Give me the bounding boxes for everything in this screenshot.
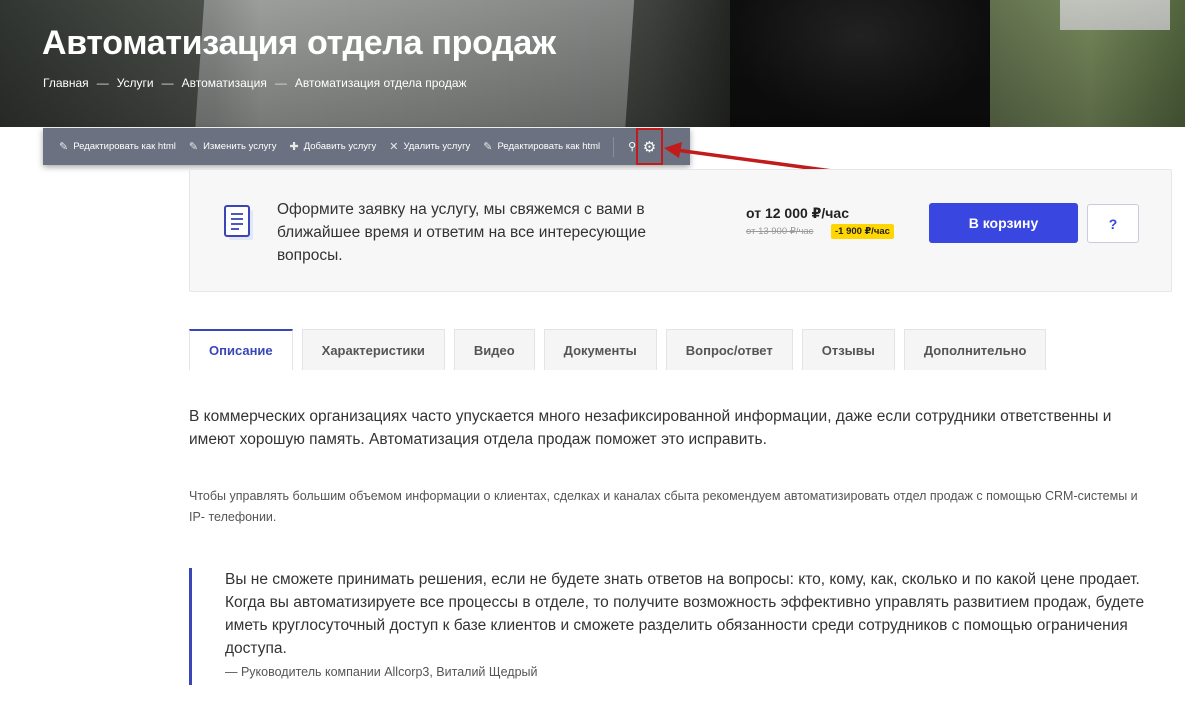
tab-video[interactable]: Видео: [453, 329, 535, 370]
admin-toolbar: ✎ Редактировать как html ✎ Изменить услу…: [43, 128, 690, 165]
add-to-cart-button[interactable]: В корзину: [929, 203, 1078, 243]
close-icon: ✕: [389, 141, 399, 153]
breadcrumb-current: Автоматизация отдела продаж: [294, 76, 467, 90]
edit-as-html-button[interactable]: ✎ Редактировать как html: [59, 140, 176, 153]
delete-service-button[interactable]: ✕ Удалить услугу: [389, 140, 470, 153]
discount-badge: -1 900 ₽/час: [831, 224, 894, 239]
secondary-paragraph: Чтобы управлять большим объемом информац…: [189, 489, 1138, 524]
intro-paragraph: В коммерческих организациях часто упуска…: [189, 408, 1112, 448]
gear-icon: ⚙: [642, 138, 657, 156]
tab-reviews[interactable]: Отзывы: [801, 329, 895, 370]
tab-additional[interactable]: Дополнительно: [903, 329, 1047, 370]
order-description: Оформите заявку на услугу, мы свяжемся с…: [277, 201, 646, 264]
tab-description[interactable]: Описание: [189, 329, 293, 370]
toolbar-divider: [613, 136, 615, 157]
breadcrumb-separator: —: [274, 76, 287, 90]
pencil-icon: ✎: [483, 141, 493, 153]
quote-block: Вы не сможете принимать решения, если не…: [189, 568, 1159, 685]
breadcrumb: Главная — Услуги — Автоматизация — Автом…: [43, 76, 467, 90]
hero-overlay: [0, 0, 1185, 127]
add-service-button[interactable]: ✚ Добавить услугу: [290, 140, 377, 153]
price: от 12 000 ₽/час: [746, 205, 849, 221]
breadcrumb-home[interactable]: Главная: [43, 76, 89, 90]
tab-bar: Описание Характеристики Видео Документы …: [189, 329, 1047, 370]
page-title: Автоматизация отдела продаж: [42, 24, 556, 62]
quote-text: Вы не сможете принимать решения, если не…: [225, 571, 1145, 657]
ask-question-button[interactable]: ?: [1087, 204, 1139, 243]
hero-banner: Автоматизация отдела продаж Главная — Ус…: [0, 0, 1185, 127]
toolbar-item-label: Добавить услугу: [303, 141, 377, 152]
tab-documents[interactable]: Документы: [543, 329, 657, 370]
pencil-icon: ✎: [188, 141, 199, 153]
quote-author: — Руководитель компании Allcorp3, Витали…: [225, 665, 538, 679]
pencil-icon: ✎: [59, 141, 69, 153]
old-price: от 13 900 ₽/час: [746, 226, 814, 237]
breadcrumb-automation[interactable]: Автоматизация: [182, 76, 267, 90]
edit-service-button[interactable]: ✎ Изменить услугу: [189, 140, 277, 153]
plus-icon: ✚: [289, 141, 299, 153]
breadcrumb-services[interactable]: Услуги: [117, 76, 154, 90]
breadcrumb-separator: —: [161, 76, 174, 90]
order-card: Оформите заявку на услугу, мы свяжемся с…: [189, 169, 1172, 292]
tab-characteristics[interactable]: Характеристики: [301, 329, 445, 370]
edit-as-html-button-2[interactable]: ✎ Редактировать как html: [483, 140, 600, 153]
toolbar-item-label: Редактировать как html: [73, 141, 176, 152]
pin-icon[interactable]: ⚲: [628, 140, 636, 153]
tab-faq[interactable]: Вопрос/ответ: [665, 329, 793, 370]
toolbar-item-label: Редактировать как html: [497, 141, 601, 152]
toolbar-item-label: Изменить услугу: [203, 141, 277, 152]
toolbar-item-label: Удалить услугу: [403, 141, 471, 152]
breadcrumb-separator: —: [96, 76, 109, 90]
document-icon: [224, 205, 253, 240]
settings-button[interactable]: ⚙: [636, 128, 663, 165]
